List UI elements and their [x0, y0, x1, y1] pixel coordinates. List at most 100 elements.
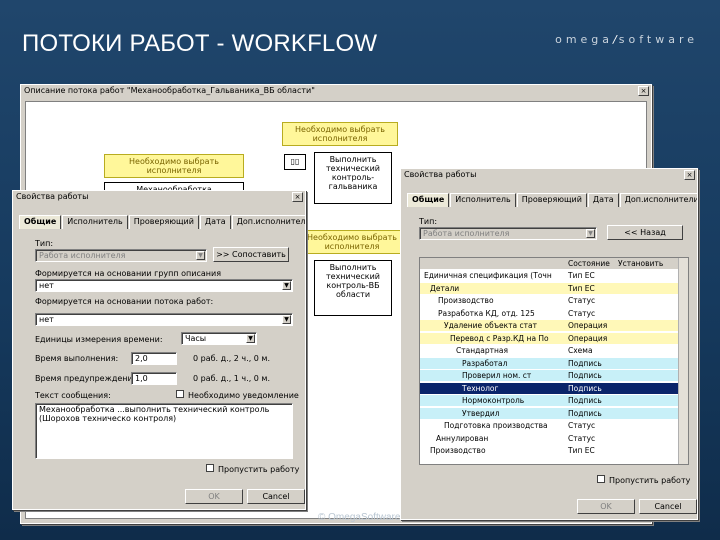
tab-checker[interactable]: Проверяющий: [516, 193, 587, 207]
chevron-down-icon: ▼: [246, 334, 255, 343]
row-state: Статус: [568, 296, 596, 305]
row-name: Стандартная: [456, 346, 509, 355]
brand-omega: omega: [555, 33, 614, 46]
exec-time-input[interactable]: 2,0: [131, 352, 177, 365]
tab-executor[interactable]: Исполнитель: [450, 193, 516, 207]
back-button[interactable]: << Назад: [607, 225, 683, 240]
row-state: Подпись: [568, 396, 602, 405]
formed-select[interactable]: нет ▼: [35, 279, 293, 292]
row-name: Проверил ном. ст: [462, 371, 532, 380]
match-button[interactable]: >> Сопоставить: [213, 247, 289, 262]
cancel-button[interactable]: Cancel: [639, 499, 697, 514]
table-row[interactable]: Производство Статус: [420, 295, 688, 306]
table-row[interactable]: Подготовка производства Статус: [420, 420, 688, 431]
type-select[interactable]: Работа исполнителя ▼: [35, 249, 207, 262]
yellow-note-left[interactable]: Необходимо выбрать исполнителя: [104, 154, 244, 178]
formed2-label: Формируется на основании потока работ:: [35, 297, 214, 306]
table-row[interactable]: Перевод с Разр.КД на По Операция: [420, 332, 688, 344]
skip-label: Пропустить работу: [609, 476, 691, 485]
row-name: Перевод с Разр.КД на По: [450, 333, 549, 343]
table-row[interactable]: Единичная спецификация (Точн Тип ЕС: [420, 270, 688, 281]
close-icon[interactable]: ×: [638, 86, 649, 96]
warn-time-input[interactable]: 1,0: [131, 372, 177, 385]
row-name: Удаление объекта стат: [444, 321, 537, 330]
table-row[interactable]: Разработка КД, отд. 125 Статус: [420, 307, 688, 319]
col-set-header[interactable]: Установить: [618, 259, 663, 268]
type-label: Тип:: [35, 239, 54, 248]
table-row[interactable]: Проверил ном. ст Подпись: [420, 370, 688, 381]
props-dialog-left: Свойства работы × Общие Исполнитель Пров…: [12, 190, 306, 510]
tab-checker[interactable]: Проверяющий: [128, 215, 199, 229]
table-row[interactable]: Удаление объекта стат Операция: [420, 320, 688, 331]
tab-date[interactable]: Дата: [587, 193, 619, 207]
tab-executor[interactable]: Исполнитель: [62, 215, 128, 229]
props-left-tabs: Общие Исполнитель Проверяющий Дата Доп.и…: [19, 215, 305, 229]
table-row[interactable]: Детали Тип ЕС: [420, 282, 688, 294]
status-tree-grid[interactable]: Состояние Установить Единичная специфика…: [419, 257, 689, 465]
close-icon[interactable]: ×: [292, 192, 303, 202]
row-state: Подпись: [568, 371, 602, 380]
close-icon[interactable]: ×: [684, 170, 695, 180]
exec-time-hint: 0 раб. д., 2 ч., 0 м.: [193, 354, 270, 363]
tab-extra-executors[interactable]: Доп.исполнители: [231, 215, 305, 229]
notify-checkbox[interactable]: [176, 390, 184, 398]
chevron-down-icon: ▼: [282, 315, 291, 324]
skip-checkbox[interactable]: [597, 475, 605, 483]
message-textarea[interactable]: Механообработка ...выполнить технический…: [35, 403, 293, 459]
warn-time-label: Время предупреждения:: [35, 374, 141, 383]
table-row[interactable]: Технолог Подпись: [420, 382, 688, 394]
slide-title: ПОТОКИ РАБОТ - WORKFLOW: [22, 30, 378, 57]
row-state: Схема: [568, 346, 593, 355]
row-state: Операция: [568, 333, 608, 343]
table-row[interactable]: Стандартная Схема: [420, 345, 688, 356]
row-name: Единичная спецификация (Точн: [424, 271, 552, 280]
notify-label: Необходимо уведомление: [188, 391, 299, 400]
formed2-select[interactable]: нет ▼: [35, 313, 293, 326]
units-select-value: Часы: [185, 334, 207, 343]
tab-date[interactable]: Дата: [199, 215, 231, 229]
type-select[interactable]: Работа исполнителя ▼: [419, 227, 597, 240]
row-name: Утвердил: [462, 408, 500, 418]
formed2-select-value: нет: [39, 315, 54, 324]
tab-extra-executors[interactable]: Доп.исполнители: [619, 193, 697, 207]
row-name: Разработка КД, отд. 125: [438, 308, 535, 318]
formed-select-value: нет: [39, 281, 54, 290]
table-row[interactable]: Производство Тип ЕС: [420, 445, 688, 456]
yellow-note-top[interactable]: Необходимо выбрать исполнителя: [282, 122, 398, 146]
cancel-button[interactable]: Cancel: [247, 489, 305, 504]
props-left-title: Свойства работы: [16, 192, 89, 201]
yellow-note-mid[interactable]: Необходимо выбрать исполнителя: [296, 230, 408, 254]
row-state: Подпись: [568, 408, 602, 418]
row-state: Статус: [568, 421, 596, 430]
units-select[interactable]: Часы ▼: [181, 332, 257, 345]
tab-general[interactable]: Общие: [407, 193, 450, 207]
skip-checkbox[interactable]: [206, 464, 214, 472]
props-right-tabs: Общие Исполнитель Проверяющий Дата Доп.и…: [407, 193, 697, 207]
ok-button[interactable]: OK: [185, 489, 243, 504]
table-row[interactable]: Разработал Подпись: [420, 357, 688, 369]
row-name: Нормоконтроль: [462, 396, 525, 405]
tab-general[interactable]: Общие: [19, 215, 62, 229]
brand-software: software: [618, 33, 698, 46]
exec-time-label: Время выполнения:: [35, 354, 119, 363]
node-control-vb[interactable]: Выполнить технический контроль-ВБ област…: [314, 260, 392, 316]
table-row[interactable]: Аннулирован Статус: [420, 432, 688, 444]
table-row[interactable]: Утвердил Подпись: [420, 407, 688, 419]
table-row[interactable]: Нормоконтроль Подпись: [420, 395, 688, 406]
chevron-down-icon: ▼: [586, 229, 595, 238]
ok-button[interactable]: OK: [577, 499, 635, 514]
props-right-title: Свойства работы: [404, 170, 477, 179]
row-name: Детали: [430, 283, 460, 293]
row-state: Тип ЕС: [568, 271, 595, 280]
row-state: Статус: [568, 433, 596, 443]
brand-logo: omega/software: [555, 33, 698, 46]
row-name: Подготовка производства: [444, 421, 548, 430]
props-right-titlebar: Свойства работы ×: [401, 169, 697, 182]
col-state-header[interactable]: Состояние: [568, 259, 610, 268]
node-control-galvanic[interactable]: Выполнить технический контроль-гальваник…: [314, 152, 392, 204]
grid-scrollbar[interactable]: [678, 258, 688, 464]
chevron-down-icon: ▼: [196, 251, 205, 260]
row-name: Технолог: [462, 383, 499, 393]
node-start[interactable]: ▯▯: [284, 154, 306, 170]
type-select-value: Работа исполнителя: [39, 251, 126, 260]
